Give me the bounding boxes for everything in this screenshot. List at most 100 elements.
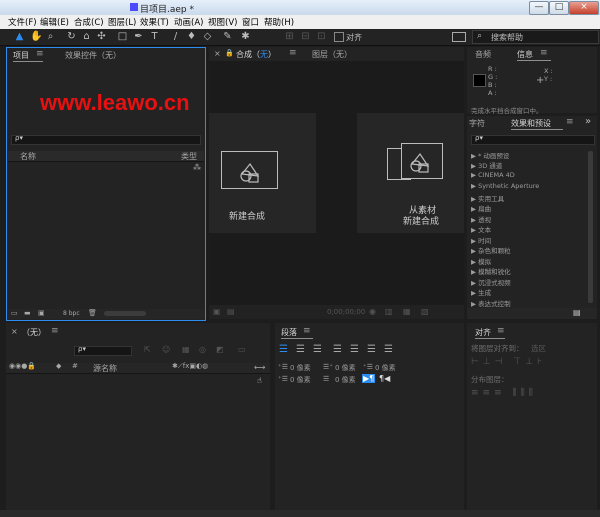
effect-category[interactable]: ▶ 扁曲 <box>471 203 491 213</box>
menu-composition[interactable]: 合成(C) <box>74 16 104 28</box>
tab-project[interactable]: 项目 <box>13 50 29 61</box>
roto-tool-icon[interactable]: ✎ <box>222 31 233 42</box>
effect-category[interactable]: ▶ 3D 通道 <box>471 160 502 170</box>
indent-first-value[interactable]: 0 像素 <box>375 363 396 373</box>
menu-window[interactable]: 窗口 <box>242 16 259 28</box>
menu-file[interactable]: 文件(F) <box>8 16 37 28</box>
shy-icon[interactable]: ☺ <box>162 345 170 354</box>
indent-left-value[interactable]: 0 像素 <box>290 363 311 373</box>
tab-effects-presets[interactable]: 效果和预设 <box>511 118 551 129</box>
puppet-tool-icon[interactable]: ✱ <box>240 31 251 42</box>
interpret-footage-icon[interactable]: ▭ <box>11 309 18 317</box>
timeline-nav-icon[interactable]: ⟷ <box>254 363 265 372</box>
ltr-direction-icon[interactable]: ▶¶ <box>362 374 376 383</box>
effect-category[interactable]: ▶ CINEMA 4D <box>471 171 515 179</box>
timecode[interactable]: 0;00;00;00 <box>327 308 365 316</box>
effect-category[interactable]: ▶ 文本 <box>471 224 491 234</box>
playhead-icon[interactable]: ☝ <box>257 376 262 385</box>
selection-tool-icon[interactable]: ▲ <box>14 31 25 42</box>
hand-tool-icon[interactable]: ✋ <box>30 31 42 42</box>
search-help-box[interactable]: ⌕ 搜索帮助 <box>472 30 599 44</box>
effect-category[interactable]: ▶ 模糊和锐化 <box>471 266 511 276</box>
effect-category[interactable]: ▶ 杂色和颗粒 <box>471 245 511 255</box>
align-menu-icon[interactable]: ≡ <box>497 326 505 336</box>
channel-icon[interactable]: ▥ <box>385 307 393 316</box>
av-switches-icon[interactable]: ◉◉●🔒 <box>9 362 36 370</box>
new-preset-icon[interactable]: ▤ <box>573 308 581 317</box>
effect-category[interactable]: ▶ 时间 <box>471 235 491 245</box>
bpc-label[interactable]: 8 bpc <box>63 310 80 317</box>
info-menu-icon[interactable]: ≡ <box>540 48 548 58</box>
maximize-button[interactable]: □ <box>549 1 569 15</box>
close-tab-icon[interactable]: × <box>11 327 18 336</box>
justify-center-icon[interactable]: ☰ <box>350 344 359 355</box>
workspace-icon[interactable] <box>452 32 466 42</box>
paragraph-menu-icon[interactable]: ≡ <box>303 326 311 336</box>
tab-align[interactable]: 对齐 <box>475 327 491 338</box>
motion-blur-icon[interactable]: ◎ <box>199 345 206 354</box>
align-right-icon[interactable]: ☰ <box>313 344 322 355</box>
tab-character[interactable]: 字符 <box>469 118 485 129</box>
project-search-input[interactable]: ρ▾ <box>11 134 201 145</box>
pen-tool-icon[interactable]: ✒ <box>133 31 144 42</box>
layer-switches-icon[interactable]: ✱⟋fx▣◐◍ <box>172 362 208 371</box>
effect-category[interactable]: ▶ 模拟 <box>471 256 491 266</box>
close-tab-icon[interactable]: × <box>214 49 221 58</box>
graph-editor-icon[interactable]: ◩ <box>216 345 224 354</box>
indent-right-value[interactable]: 0 像素 <box>335 363 356 373</box>
effects-menu-icon[interactable]: ≡ <box>566 117 574 127</box>
project-scrollbar[interactable] <box>104 311 146 316</box>
menu-help[interactable]: 帮助(H) <box>264 16 294 28</box>
axis-view-icon[interactable]: ⊡ <box>316 31 327 42</box>
tab-layer[interactable]: 图层（无） <box>312 49 352 60</box>
justify-right-icon[interactable]: ☰ <box>367 344 376 355</box>
menu-animation[interactable]: 动画(A) <box>174 16 203 28</box>
new-folder-icon[interactable]: ▬ <box>24 309 31 317</box>
justify-all-icon[interactable]: ☰ <box>384 344 393 355</box>
menu-layer[interactable]: 图层(L) <box>108 16 136 28</box>
align-to-select[interactable]: 选区 <box>531 343 546 354</box>
rectangle-tool-icon[interactable]: □ <box>117 31 128 42</box>
camera-snapshot-icon[interactable]: ◉ <box>369 307 376 316</box>
effect-category[interactable]: ▶ 生成 <box>471 287 491 297</box>
comp-flowchart-icon[interactable]: ▭ <box>238 345 246 354</box>
camera-tool-icon[interactable]: ⌂ <box>81 31 92 42</box>
space-before-value[interactable]: 0 像素 <box>290 375 311 385</box>
lock-icon[interactable]: 🔒 <box>225 49 234 57</box>
effect-category[interactable]: ▶ 表达式控制 <box>471 298 511 308</box>
label-icon[interactable]: ◆ <box>56 362 61 370</box>
menu-view[interactable]: 视图(V) <box>208 16 237 28</box>
timeline-menu-icon[interactable]: ≡ <box>51 326 59 336</box>
col-type[interactable]: 类型 <box>181 151 197 162</box>
zoom-icon[interactable]: ▤ <box>227 307 235 316</box>
brush-tool-icon[interactable]: / <box>170 31 181 42</box>
tab-paragraph[interactable]: 段落 <box>281 327 297 338</box>
pan-behind-tool-icon[interactable]: ✣ <box>96 31 107 42</box>
grid-icon[interactable]: ▧ <box>421 307 429 316</box>
effect-category[interactable]: ▶ 沉浸式视频 <box>471 277 511 287</box>
menu-effect[interactable]: 效果(T) <box>140 16 169 28</box>
effect-category[interactable]: ▶ 实用工具 <box>471 193 504 203</box>
flow-icon[interactable]: ⁂ <box>193 163 201 172</box>
effect-category[interactable]: ▶ Synthetic Aperture <box>471 182 539 190</box>
effect-category[interactable]: ▶ * 动画预设 <box>471 150 509 160</box>
col-source-name[interactable]: 源名称 <box>93 363 117 374</box>
align-checkbox[interactable] <box>334 32 344 42</box>
trash-icon[interactable]: 🗑 <box>88 309 97 317</box>
tab-audio[interactable]: 音频 <box>475 49 491 60</box>
frame-blend-icon[interactable]: ▦ <box>182 345 190 354</box>
space-before-icon[interactable]: ⁺☰ <box>278 375 288 383</box>
new-comp-icon[interactable]: ▣ <box>38 309 45 317</box>
effect-category[interactable]: ▶ 透视 <box>471 214 491 224</box>
new-comp-card[interactable]: 新建合成 <box>209 113 316 233</box>
indent-first-icon[interactable]: ⁺☰ <box>363 363 373 371</box>
close-button[interactable]: × <box>569 1 599 15</box>
justify-left-icon[interactable]: ☰ <box>333 344 342 355</box>
tab-timeline[interactable]: （无） <box>22 327 46 338</box>
tab-composition[interactable]: 合成（无） <box>236 49 276 60</box>
axis-local-icon[interactable]: ⊞ <box>284 31 295 42</box>
from-footage-card[interactable]: 从素材 新建合成 <box>357 113 464 233</box>
indent-right-icon[interactable]: ☰⁺ <box>323 363 333 371</box>
tab-info[interactable]: 信息 <box>517 49 533 60</box>
effects-scrollbar[interactable] <box>588 151 593 303</box>
